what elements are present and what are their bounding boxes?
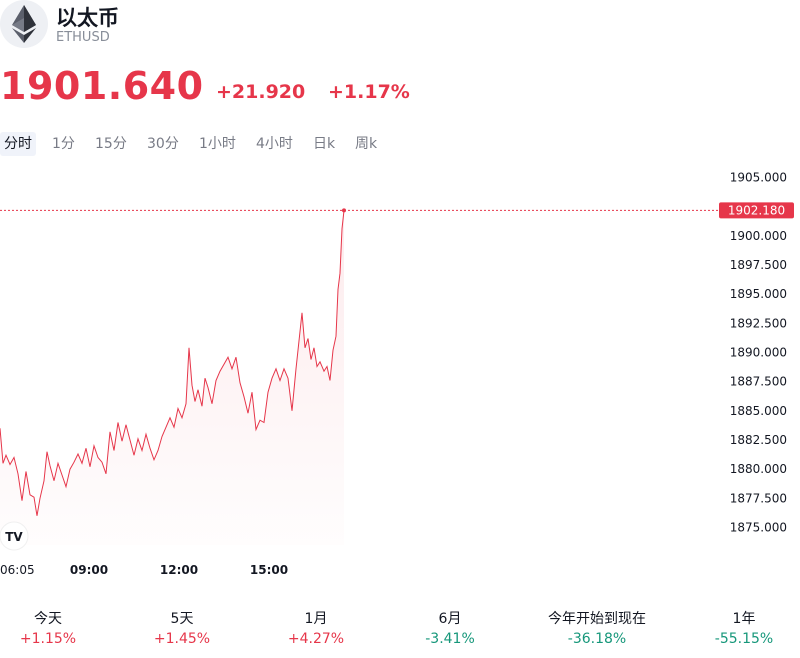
y-tick-label: 1890.000 bbox=[730, 346, 787, 360]
asset-symbol: ETHUSD bbox=[56, 30, 110, 45]
period-1y[interactable]: 1年 -55.15% bbox=[674, 608, 800, 648]
period-5d[interactable]: 5天 +1.45% bbox=[112, 608, 252, 648]
price-change-percent: +1.17% bbox=[328, 81, 410, 103]
x-tick-label: 06:05 bbox=[0, 563, 35, 577]
ethereum-icon bbox=[0, 0, 48, 48]
y-tick-label: 1895.000 bbox=[730, 287, 787, 301]
period-value: +1.45% bbox=[153, 631, 211, 647]
y-tick-label: 1882.500 bbox=[730, 433, 787, 447]
tab-intraday[interactable]: 分时 bbox=[0, 132, 36, 156]
period-value: -3.41% bbox=[425, 631, 475, 647]
tab-4hour[interactable]: 4小时 bbox=[252, 132, 297, 156]
period-label: 6月 bbox=[438, 611, 462, 627]
period-label: 今年开始到现在 bbox=[548, 611, 646, 627]
last-price-marker bbox=[342, 208, 346, 213]
period-value: -55.15% bbox=[714, 631, 774, 647]
y-tick-label: 1880.000 bbox=[730, 462, 787, 476]
tab-daily[interactable]: 日k bbox=[309, 132, 339, 156]
y-tick-label: 1905.000 bbox=[730, 171, 787, 185]
period-label: 1月 bbox=[304, 611, 328, 627]
y-tick-label: 1900.000 bbox=[730, 229, 787, 243]
period-value: -36.18% bbox=[567, 631, 627, 647]
interval-tabs: 分时 1分 15分 30分 1小时 4小时 日k 周k bbox=[0, 132, 420, 156]
price-chart[interactable]: 1902.180 1875.000 1877.500 1880.000 1882.500… bbox=[0, 160, 800, 590]
tab-weekly[interactable]: 周k bbox=[351, 132, 381, 156]
period-label: 今天 bbox=[34, 611, 62, 627]
period-today[interactable]: 今天 +1.15% bbox=[0, 608, 118, 648]
tab-1min[interactable]: 1分 bbox=[48, 132, 79, 156]
x-tick-label: 09:00 bbox=[70, 563, 108, 577]
current-price: 1901.640 bbox=[0, 64, 204, 108]
period-1m[interactable]: 1月 +4.27% bbox=[246, 608, 386, 648]
x-tick-label: 15:00 bbox=[250, 563, 288, 577]
price-area-fill bbox=[0, 210, 344, 545]
performance-periods: 今天 +1.15% 5天 +1.45% 1月 +4.27% 6月 -3.41% … bbox=[0, 608, 800, 652]
period-label: 1年 bbox=[732, 611, 756, 627]
y-tick-label: 1885.000 bbox=[730, 404, 787, 418]
y-tick-label: 1897.500 bbox=[730, 258, 787, 272]
tab-30min[interactable]: 30分 bbox=[143, 132, 183, 156]
y-tick-label: 1875.000 bbox=[730, 521, 787, 535]
period-ytd[interactable]: 今年开始到现在 -36.18% bbox=[527, 608, 667, 648]
tab-1hour[interactable]: 1小时 bbox=[195, 132, 240, 156]
period-label: 5天 bbox=[170, 611, 194, 627]
y-tick-label: 1877.500 bbox=[730, 491, 787, 505]
asset-name: 以太币 bbox=[56, 6, 119, 30]
period-6m[interactable]: 6月 -3.41% bbox=[380, 608, 520, 648]
price-change: +21.920 bbox=[216, 81, 306, 103]
price-row: 1901.640 +21.920 +1.17% bbox=[0, 64, 800, 108]
asset-header: 以太币 ETHUSD bbox=[0, 0, 800, 60]
period-value: +4.27% bbox=[287, 631, 345, 647]
period-value: +1.15% bbox=[19, 631, 77, 647]
last-price-label: 1902.180 bbox=[728, 203, 785, 217]
x-tick-label: 12:00 bbox=[160, 563, 198, 577]
tradingview-logo-icon[interactable]: TV bbox=[0, 521, 29, 551]
y-tick-label: 1892.500 bbox=[730, 316, 787, 330]
svg-text:TV: TV bbox=[5, 530, 23, 544]
y-tick-label: 1887.500 bbox=[730, 375, 787, 389]
tab-15min[interactable]: 15分 bbox=[91, 132, 131, 156]
